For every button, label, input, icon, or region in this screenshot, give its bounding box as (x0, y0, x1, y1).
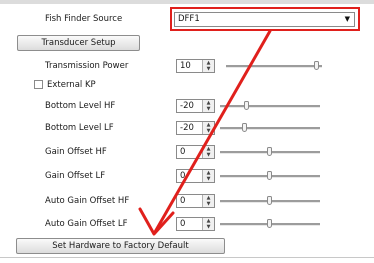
bottom-level-hf-spinbox[interactable]: -20 ▲ ▼ (176, 99, 215, 113)
window-top-strip (0, 0, 374, 4)
bottom-level-lf-slider-thumb[interactable] (242, 123, 247, 132)
auto-gain-offset-lf-label: Auto Gain Offset LF (45, 219, 128, 229)
auto-gain-offset-lf-value[interactable]: 0 (180, 218, 185, 230)
bottom-level-hf-slider-track[interactable] (220, 105, 320, 108)
gain-offset-hf-value[interactable]: 0 (180, 146, 185, 158)
gain-offset-hf-label: Gain Offset HF (45, 147, 107, 157)
spin-arrows-icon[interactable]: ▲ ▼ (202, 122, 214, 134)
bottom-level-hf-value[interactable]: -20 (180, 100, 194, 112)
spin-arrows-icon[interactable]: ▲ ▼ (202, 170, 214, 182)
spin-arrows-icon[interactable]: ▲ ▼ (202, 100, 214, 112)
bottom-level-lf-value[interactable]: -20 (180, 122, 194, 134)
spin-arrows-icon[interactable]: ▲ ▼ (202, 60, 214, 72)
fish-finder-source-value: DFF1 (178, 14, 200, 24)
auto-gain-offset-lf-slider-thumb[interactable] (267, 219, 272, 228)
bottom-level-lf-label: Bottom Level LF (45, 123, 114, 133)
transmission-power-slider-thumb[interactable] (314, 61, 319, 70)
transmission-power-value[interactable]: 10 (180, 60, 191, 72)
gain-offset-lf-slider-thumb[interactable] (267, 171, 272, 180)
spin-arrows-icon[interactable]: ▲ ▼ (202, 218, 214, 230)
transmission-power-slider-track[interactable] (226, 65, 322, 68)
bottom-level-lf-slider-track[interactable] (220, 127, 320, 130)
spin-arrows-icon[interactable]: ▲ ▼ (202, 195, 214, 207)
auto-gain-offset-hf-value[interactable]: 0 (180, 195, 185, 207)
bottom-level-hf-label: Bottom Level HF (45, 101, 116, 111)
transducer-setup-button[interactable]: Transducer Setup (17, 35, 140, 51)
transmission-power-spinbox[interactable]: 10 ▲ ▼ (176, 59, 215, 73)
external-kp-checkbox[interactable] (34, 80, 43, 89)
gain-offset-hf-slider-thumb[interactable] (267, 147, 272, 156)
gain-offset-hf-spinbox[interactable]: 0 ▲ ▼ (176, 145, 215, 159)
auto-gain-offset-hf-label: Auto Gain Offset HF (45, 196, 130, 206)
auto-gain-offset-hf-slider-thumb[interactable] (267, 196, 272, 205)
set-hardware-factory-default-button[interactable]: Set Hardware to Factory Default (16, 238, 225, 254)
external-kp-label: External KP (47, 80, 96, 90)
auto-gain-offset-lf-spinbox[interactable]: 0 ▲ ▼ (176, 217, 215, 231)
fish-finder-source-dropdown[interactable]: DFF1 ▼ (174, 12, 355, 27)
bottom-divider (0, 257, 374, 258)
gain-offset-lf-spinbox[interactable]: 0 ▲ ▼ (176, 169, 215, 183)
bottom-level-hf-slider-thumb[interactable] (244, 101, 249, 110)
auto-gain-offset-hf-spinbox[interactable]: 0 ▲ ▼ (176, 194, 215, 208)
dropdown-arrow-icon[interactable]: ▼ (345, 13, 350, 26)
fish-finder-source-label: Fish Finder Source (45, 14, 123, 24)
gain-offset-lf-label: Gain Offset LF (45, 171, 106, 181)
spin-arrows-icon[interactable]: ▲ ▼ (202, 146, 214, 158)
annotation-arrow-head (138, 207, 175, 236)
bottom-level-lf-spinbox[interactable]: -20 ▲ ▼ (176, 121, 215, 135)
transmission-power-label: Transmission Power (45, 61, 129, 71)
gain-offset-lf-value[interactable]: 0 (180, 170, 185, 182)
